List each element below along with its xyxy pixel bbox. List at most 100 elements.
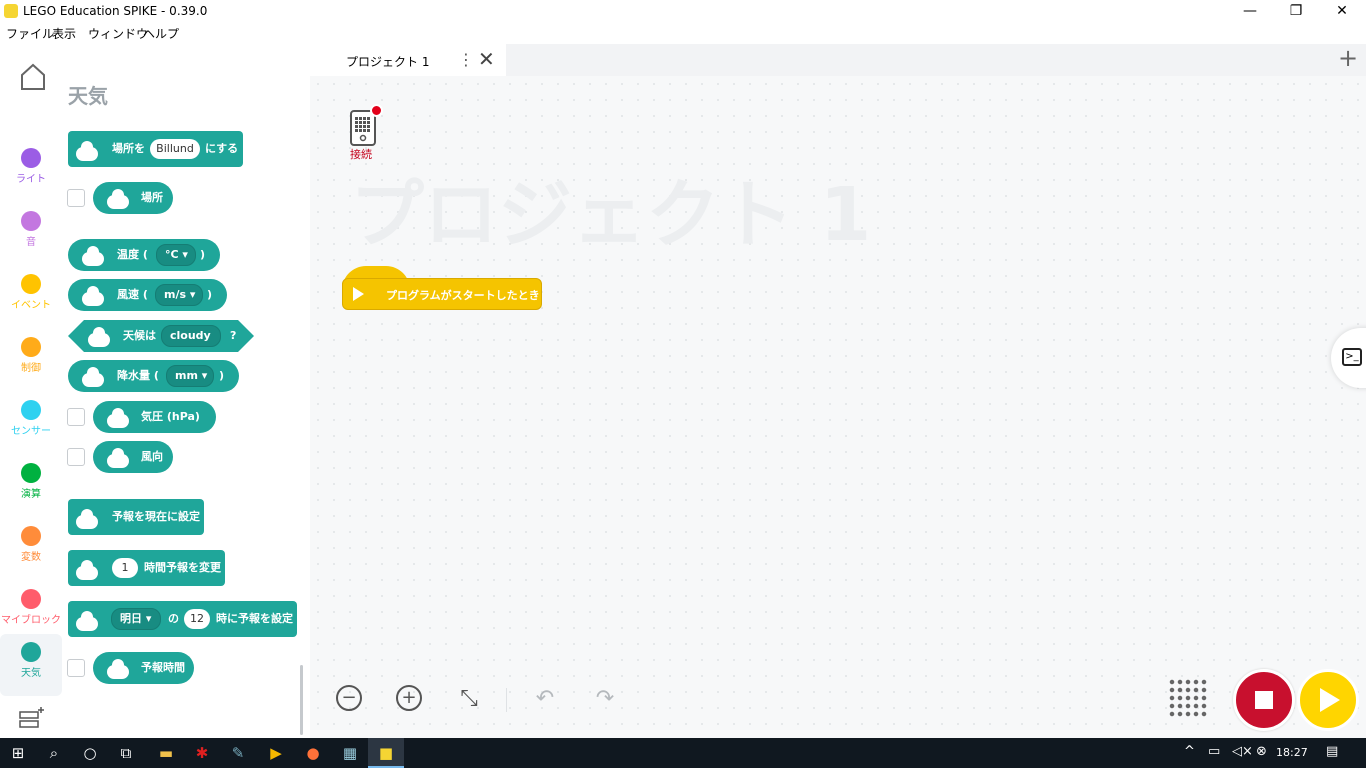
add-extension-icon[interactable]: [19, 706, 45, 730]
file-explorer-icon[interactable]: ▬: [148, 738, 184, 768]
block-set-forecast-now[interactable]: 予報を現在に設定: [68, 499, 204, 535]
block-text: にする: [205, 142, 239, 155]
precipitation-unit-dropdown[interactable]: mm ▾: [166, 365, 214, 387]
category-label: イベント: [11, 300, 51, 311]
category-item[interactable]: 天気: [0, 634, 62, 696]
block-text: 風向: [141, 450, 163, 463]
block-text: ): [219, 369, 225, 382]
firefox-icon[interactable]: ●: [295, 738, 331, 768]
block-text: 予報を現在に設定: [112, 510, 200, 523]
cloud-icon: [82, 246, 104, 266]
app-icon-chart[interactable]: ▦: [332, 738, 368, 768]
tab-close-icon[interactable]: ✕: [478, 47, 495, 71]
add-tab-button[interactable]: +: [1338, 44, 1358, 72]
block-precipitation[interactable]: 降水量 ( mm ▾ ): [68, 360, 239, 392]
notification-x-icon[interactable]: ⊗: [1256, 744, 1267, 759]
monitor-checkbox[interactable]: [67, 659, 85, 677]
taskbar-clock[interactable]: 18:27: [1276, 746, 1308, 759]
block-change-forecast[interactable]: 1 時間予報を変更: [68, 550, 225, 586]
category-color-dot: [21, 589, 41, 609]
location-input[interactable]: Billund: [150, 139, 200, 159]
block-text: 時に予報を設定: [216, 612, 293, 625]
temperature-unit-dropdown[interactable]: °C ▾: [156, 244, 196, 266]
category-item[interactable]: センサー: [0, 392, 62, 454]
block-set-forecast-day[interactable]: 明日 ▾ の 12 時に予報を設定: [68, 601, 297, 637]
app-icon-red[interactable]: ✱: [184, 738, 220, 768]
menu-view[interactable]: 表示: [52, 25, 76, 42]
tab-menu-icon[interactable]: ⋮: [458, 50, 474, 69]
tray-expand-icon[interactable]: ^: [1184, 744, 1195, 759]
restore-button[interactable]: ❐: [1273, 0, 1319, 22]
block-forecast-time[interactable]: 予報時間: [93, 652, 194, 684]
block-wind-speed[interactable]: 風速 ( m/s ▾ ): [68, 279, 227, 311]
cortana-icon[interactable]: ○: [72, 738, 108, 768]
code-workspace[interactable]: [310, 44, 1366, 738]
block-wind-direction[interactable]: 風向: [93, 441, 173, 473]
reset-zoom-button[interactable]: ⤡: [454, 685, 484, 715]
zoom-out-button[interactable]: −: [336, 685, 362, 711]
palette-scrollbar[interactable]: [300, 665, 303, 735]
category-item[interactable]: 演算: [0, 455, 62, 517]
block-text: ): [207, 288, 213, 301]
undo-button[interactable]: ↶: [530, 685, 560, 715]
block-weather-is[interactable]: 天候は cloudy ▾ ?: [68, 320, 254, 362]
category-color-dot: [21, 463, 41, 483]
redo-button[interactable]: ↷: [590, 685, 620, 715]
wind-unit-dropdown[interactable]: m/s ▾: [155, 284, 203, 306]
cloud-icon: [88, 327, 110, 347]
category-label: ライト: [16, 174, 46, 185]
block-text: の: [168, 612, 179, 625]
hours-input[interactable]: 1: [112, 558, 138, 578]
category-item[interactable]: イベント: [0, 266, 62, 328]
block-text: ?: [230, 329, 237, 342]
battery-icon[interactable]: ▭: [1208, 744, 1220, 759]
spike-app-icon: [4, 4, 18, 18]
minimize-button[interactable]: —: [1227, 0, 1273, 22]
category-item[interactable]: ライト: [0, 140, 62, 202]
category-item[interactable]: 音: [0, 203, 62, 265]
block-text: 場所を: [112, 142, 145, 155]
category-label: 変数: [21, 552, 41, 563]
menu-help[interactable]: ヘルプ: [143, 25, 179, 42]
media-player-icon[interactable]: ▶: [258, 738, 294, 768]
volume-muted-icon[interactable]: ◁×: [1232, 744, 1253, 759]
zoom-in-button[interactable]: +: [396, 685, 422, 711]
action-center-icon[interactable]: ▤: [1326, 744, 1338, 759]
app-icon-notes[interactable]: ✎: [220, 738, 256, 768]
block-text: 風速 (: [117, 288, 148, 301]
cloud-icon: [107, 448, 129, 468]
menu-file[interactable]: ファイル: [6, 25, 54, 42]
home-icon[interactable]: [19, 62, 47, 92]
category-label: 音: [26, 237, 36, 248]
start-block-label: プログラムがスタートしたとき: [386, 289, 540, 302]
block-pressure[interactable]: 気圧 (hPa): [93, 401, 216, 433]
hour-input[interactable]: 12: [184, 609, 210, 629]
menu-window[interactable]: ウィンドウ: [88, 25, 148, 42]
toolbar-divider: [506, 688, 507, 712]
monitor-checkbox[interactable]: [67, 448, 85, 466]
close-window-button[interactable]: ✕: [1319, 0, 1365, 22]
block-text: 天候は: [123, 329, 156, 342]
category-color-dot: [21, 526, 41, 546]
stop-icon: [1255, 691, 1273, 709]
task-view-icon[interactable]: ⧉: [108, 738, 144, 768]
day-dropdown[interactable]: 明日 ▾: [111, 608, 161, 630]
block-text: 時間予報を変更: [144, 561, 221, 574]
block-temperature[interactable]: 温度 ( °C ▾ ): [68, 239, 220, 271]
search-icon[interactable]: ⌕: [36, 738, 72, 768]
menu-bar: [0, 22, 1366, 44]
hub-grid-icon[interactable]: [1168, 678, 1208, 718]
category-item[interactable]: 制御: [0, 329, 62, 391]
category-item[interactable]: 変数: [0, 518, 62, 580]
block-location[interactable]: 場所: [93, 182, 173, 214]
monitor-checkbox[interactable]: [67, 408, 85, 426]
category-color-dot: [21, 148, 41, 168]
cloud-icon: [107, 659, 129, 679]
weather-condition-dropdown[interactable]: cloudy ▾: [161, 325, 221, 362]
spike-taskbar-icon[interactable]: ■: [368, 738, 404, 768]
category-label: 天気: [21, 668, 41, 679]
monitor-checkbox[interactable]: [67, 189, 85, 207]
cloud-icon: [107, 408, 129, 428]
start-menu-icon[interactable]: ⊞: [0, 738, 36, 768]
block-set-location[interactable]: 場所を Billund にする: [68, 131, 243, 167]
